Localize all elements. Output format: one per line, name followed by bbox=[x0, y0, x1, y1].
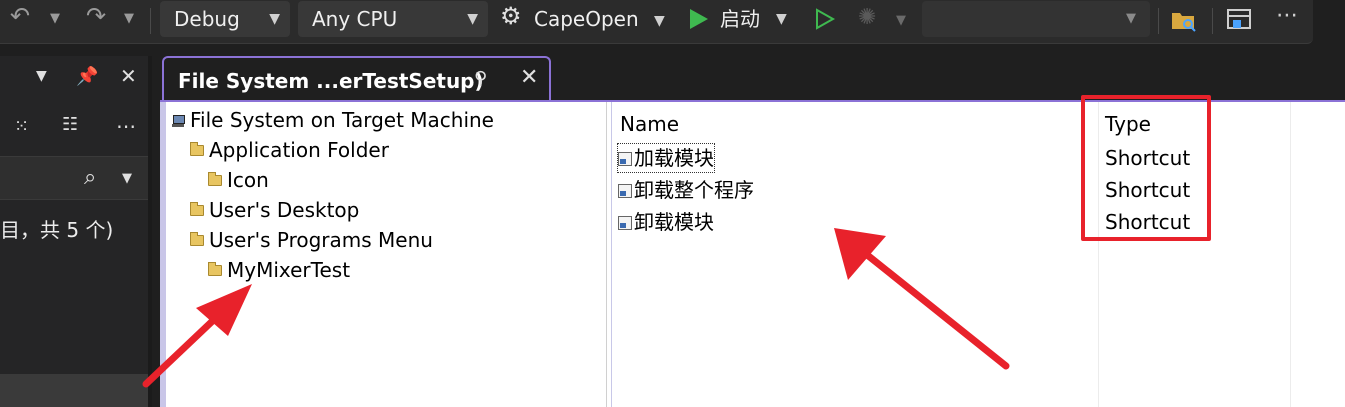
folder-search-icon[interactable] bbox=[1170, 7, 1198, 33]
start-dropdown-icon: ▼ bbox=[776, 11, 787, 27]
list-item[interactable]: 加载模块 bbox=[617, 143, 715, 173]
open-folder-icon bbox=[208, 262, 222, 276]
tree-item-label: User's Desktop bbox=[209, 198, 360, 222]
chevron-down-icon: ▼ bbox=[1126, 11, 1136, 26]
platform-value: Any CPU bbox=[312, 7, 398, 31]
list-item-name: 加载模块 bbox=[634, 146, 714, 170]
more-icon[interactable]: ⋯ bbox=[1276, 5, 1298, 27]
tree-item-label: MyMixerTest bbox=[227, 258, 351, 282]
search-box[interactable]: ⌕ ▼ bbox=[0, 156, 148, 200]
annotation-highlight-box bbox=[1081, 95, 1211, 241]
tree-item-mymixertest[interactable]: MyMixerTest bbox=[208, 257, 350, 283]
configuration-value: Debug bbox=[174, 7, 240, 31]
tree-item-users-desktop[interactable]: User's Desktop bbox=[190, 197, 359, 223]
tree-item-label: Application Folder bbox=[209, 138, 389, 162]
list-item-name: 卸载整个程序 bbox=[634, 178, 754, 202]
play-icon bbox=[690, 9, 708, 29]
project-dropdown-icon[interactable]: ▼ bbox=[654, 11, 665, 31]
configuration-select[interactable]: Debug ▼ bbox=[160, 1, 290, 37]
close-icon[interactable]: ✕ bbox=[520, 65, 538, 90]
gear-icon: ⚙ bbox=[500, 2, 522, 30]
chevron-down-icon[interactable]: ▼ bbox=[122, 171, 132, 186]
target-select[interactable]: ▼ bbox=[922, 1, 1150, 37]
list-item-name: 卸载模块 bbox=[634, 210, 714, 234]
list-item[interactable]: 卸载模块 bbox=[618, 208, 714, 236]
tab-title: File System ...erTestSetup) bbox=[178, 69, 484, 93]
tree-item-application-folder[interactable]: Application Folder bbox=[190, 137, 389, 163]
folder-tree[interactable]: File System on Target Machine Applicatio… bbox=[166, 102, 606, 407]
column-divider bbox=[1290, 102, 1291, 407]
selected-row[interactable] bbox=[0, 374, 148, 407]
scrollbar[interactable] bbox=[148, 56, 152, 407]
file-list[interactable]: Name Type 加载模块 Shortcut 卸载整个程序 Shortcut … bbox=[612, 102, 1345, 407]
more-icon[interactable]: ⋯ bbox=[116, 114, 136, 138]
folder-icon bbox=[208, 172, 222, 186]
toolbar-separator bbox=[1158, 8, 1159, 34]
hot-reload-icon[interactable]: ✺ bbox=[858, 7, 876, 29]
tab-file-system[interactable]: File System ...erTestSetup) ⚲ ✕ bbox=[162, 56, 551, 102]
toolbar-separator bbox=[1212, 8, 1213, 34]
tree-item-label: User's Programs Menu bbox=[209, 228, 433, 252]
list-item[interactable]: 卸载整个程序 bbox=[618, 176, 754, 204]
pin-icon[interactable]: ⚲ bbox=[474, 68, 487, 89]
tree-item-icon[interactable]: Icon bbox=[208, 167, 269, 193]
startup-project[interactable]: CapeOpen bbox=[534, 1, 639, 37]
folder-icon bbox=[190, 142, 204, 156]
column-header-name[interactable]: Name bbox=[620, 110, 679, 138]
shortcut-icon bbox=[618, 152, 632, 166]
computer-icon bbox=[172, 115, 185, 127]
solution-explorer-panel: ▼ 📌 ✕ ⁙ ☷ ⋯ ⌕ ▼ 目，共 5 个) bbox=[0, 56, 152, 407]
folder-icon bbox=[190, 202, 204, 216]
hot-reload-dropdown-icon[interactable]: ▼ bbox=[896, 11, 906, 31]
pin-icon[interactable]: 📌 bbox=[76, 66, 98, 87]
sync-icon[interactable]: ☷ bbox=[62, 114, 78, 135]
undo-icon[interactable]: ↶ bbox=[10, 4, 30, 28]
undo-dropdown-icon[interactable]: ▼ bbox=[50, 9, 60, 29]
tree-item-users-programs-menu[interactable]: User's Programs Menu bbox=[190, 227, 433, 253]
chevron-down-icon: ▼ bbox=[269, 11, 280, 27]
tree-root-label: File System on Target Machine bbox=[190, 108, 494, 132]
toolbar-separator bbox=[150, 8, 151, 34]
toolbar: ↶ ▼ ↷ ▼ Debug ▼ Any CPU ▼ ⚙ CapeOpen ▼ 启… bbox=[0, 0, 1345, 48]
platform-select[interactable]: Any CPU ▼ bbox=[298, 1, 488, 37]
ide-window: ↶ ▼ ↷ ▼ Debug ▼ Any CPU ▼ ⚙ CapeOpen ▼ 启… bbox=[0, 0, 1345, 407]
tree-item-label: Icon bbox=[227, 168, 269, 192]
redo-dropdown-icon[interactable]: ▼ bbox=[124, 9, 134, 29]
shortcut-icon bbox=[618, 216, 632, 230]
tree-root[interactable]: File System on Target Machine bbox=[172, 107, 494, 133]
status-text: 目，共 5 个) bbox=[0, 218, 114, 242]
window-icon[interactable] bbox=[1226, 7, 1254, 33]
properties-icon[interactable]: ⁙ bbox=[14, 116, 29, 137]
shortcut-icon bbox=[618, 184, 632, 198]
chevron-down-icon[interactable]: ▼ bbox=[36, 68, 47, 84]
close-icon[interactable]: ✕ bbox=[120, 64, 137, 88]
search-icon[interactable]: ⌕ bbox=[84, 165, 96, 190]
play-outline-icon[interactable] bbox=[812, 7, 836, 31]
chevron-down-icon: ▼ bbox=[467, 11, 478, 27]
start-label: 启动 bbox=[720, 7, 760, 31]
start-button[interactable]: 启动 ▼ bbox=[686, 2, 796, 36]
folder-icon bbox=[190, 232, 204, 246]
redo-icon[interactable]: ↷ bbox=[86, 4, 106, 28]
